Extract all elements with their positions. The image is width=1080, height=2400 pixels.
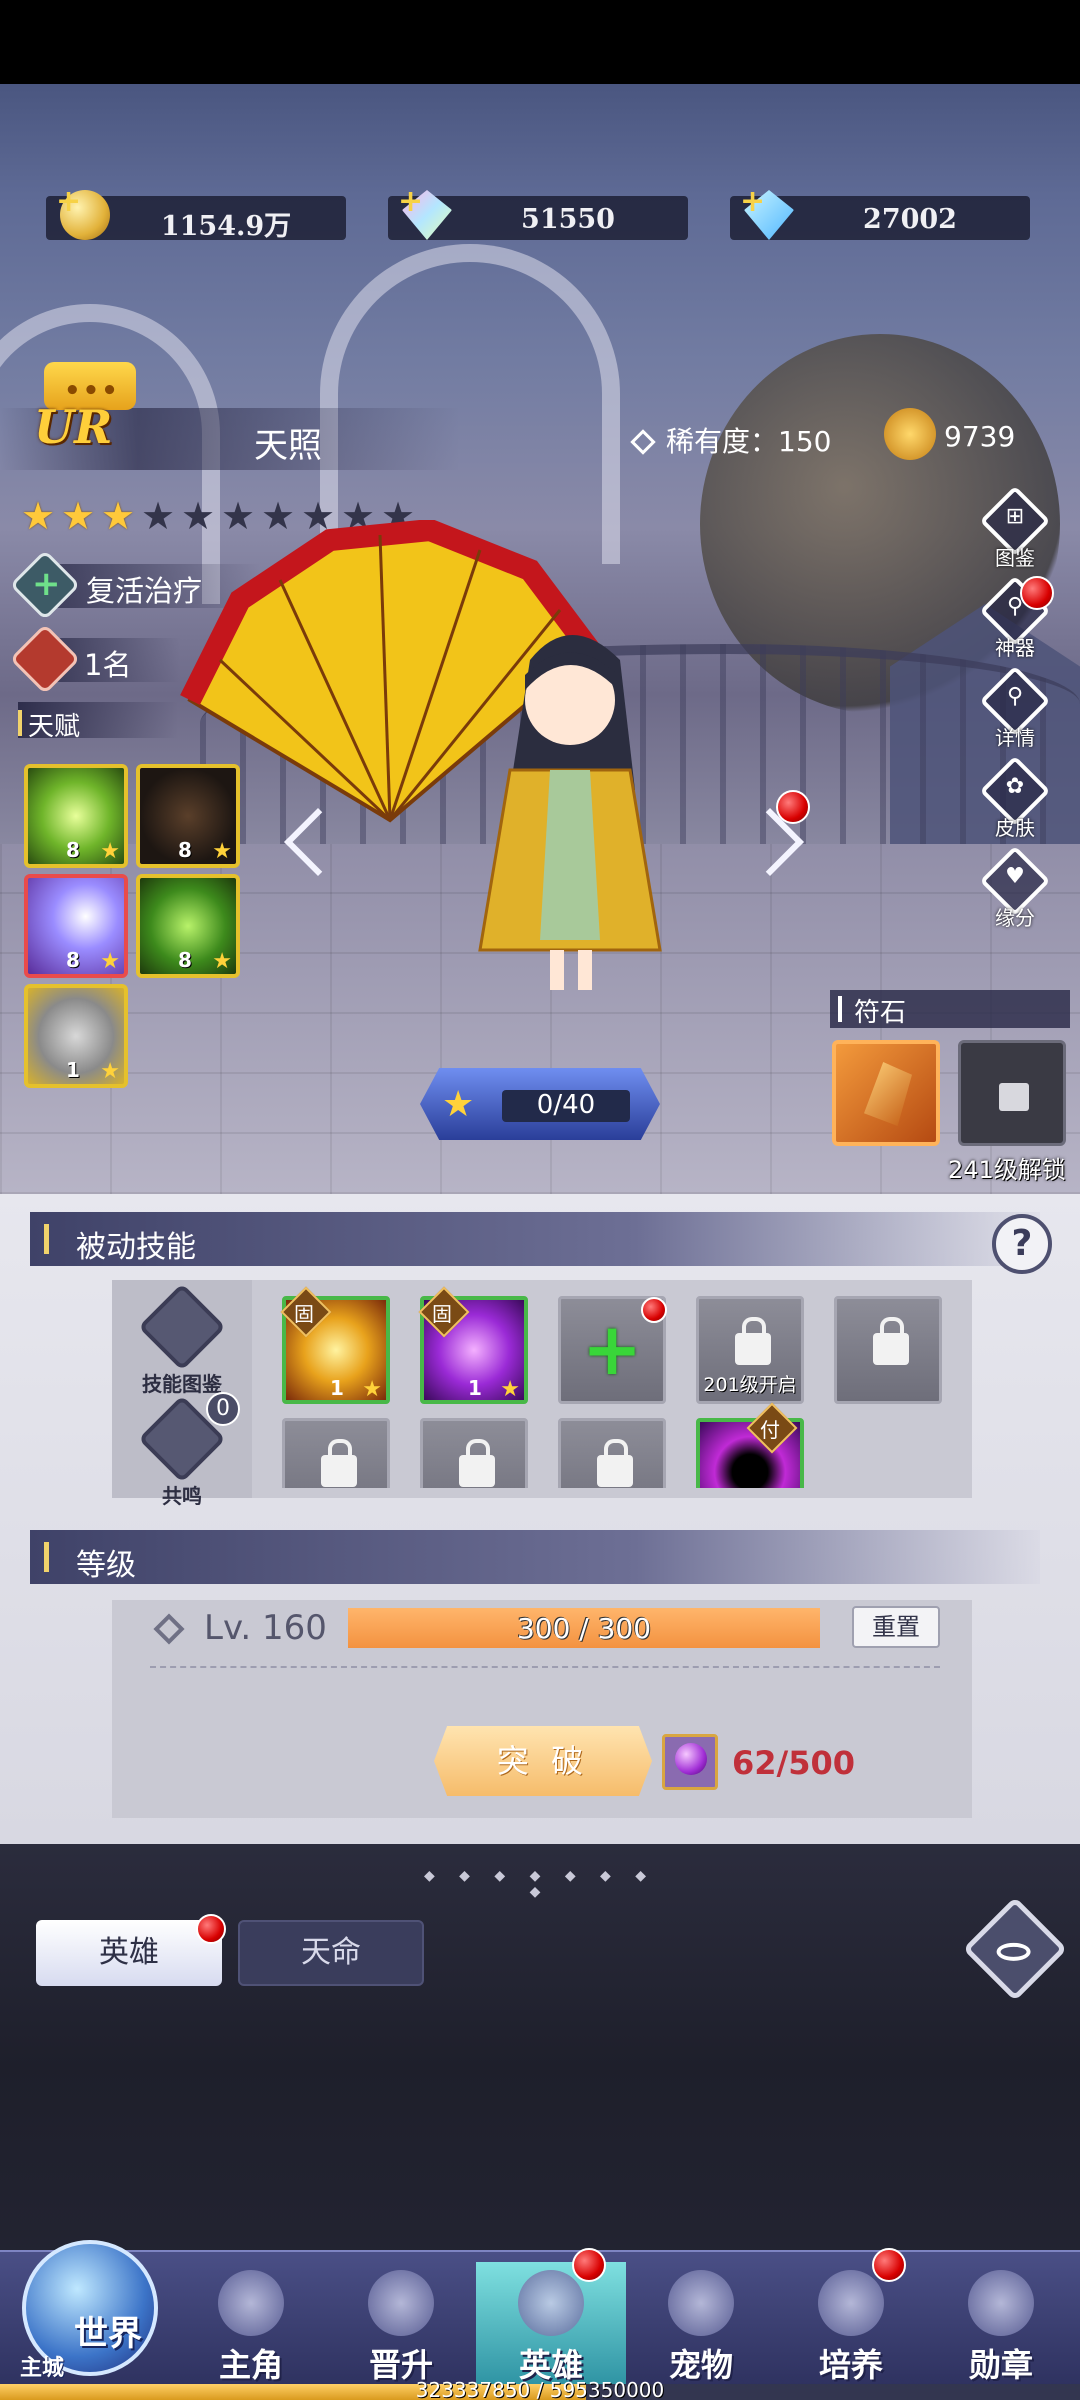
- lock-icon: [597, 1439, 633, 1487]
- nav-icon: [968, 2270, 1034, 2336]
- star-upgrade-icon: ★: [442, 1084, 475, 1125]
- notification-dot: [776, 790, 810, 824]
- hero-name: 天照: [254, 426, 322, 466]
- rainbow-diamond-value: 51550: [521, 204, 615, 235]
- notification-dot: [572, 2248, 606, 2282]
- rune-slot-locked[interactable]: [958, 1040, 1066, 1146]
- lock-icon: [999, 1083, 1029, 1111]
- heart-icon: ♥: [1005, 864, 1025, 889]
- gold-value: 1154.9万: [160, 211, 292, 242]
- side-details-button[interactable]: ⚲ 详情: [979, 665, 1051, 760]
- side-skin-button[interactable]: ✿ 皮肤: [979, 755, 1051, 850]
- handbook-icon: ⊞: [1005, 504, 1025, 529]
- rarity: 稀有度：150: [630, 420, 831, 460]
- decorative-divider: ◆ ◆ ◆ ◆ ◆ ◆ ◆ ◆: [423, 1868, 657, 1900]
- nav-world[interactable]: 世界 主城: [10, 2210, 170, 2390]
- locked-skill-slot[interactable]: [558, 1418, 666, 1488]
- side-artifact-button[interactable]: ⚲ 神器: [979, 575, 1054, 670]
- crown-icon: [884, 408, 936, 460]
- locked-skill-slot[interactable]: [420, 1418, 528, 1488]
- lock-icon: [459, 1439, 495, 1487]
- notification-dot: [1020, 576, 1054, 610]
- currency-rainbow-diamond[interactable]: + 51550: [388, 184, 688, 240]
- nav-icon: [818, 2270, 884, 2336]
- talent-slot[interactable]: 8 ★: [24, 874, 128, 978]
- locked-skill-slot[interactable]: [834, 1296, 942, 1404]
- notification-dot: [641, 1297, 667, 1323]
- add-rainbow-diamond-icon[interactable]: +: [398, 184, 423, 219]
- star-filled-icon: ★: [100, 494, 136, 538]
- talent-slot[interactable]: 8 ★: [136, 874, 240, 978]
- add-gold-icon[interactable]: +: [56, 184, 81, 219]
- star-filled-icon: ★: [60, 494, 96, 538]
- tab-fate[interactable]: 天命: [238, 1920, 424, 1986]
- reset-button[interactable]: 重置: [852, 1606, 940, 1648]
- nav-icon: [518, 2270, 584, 2336]
- star-filled-icon: ★: [20, 494, 56, 538]
- locked-skill-slot[interactable]: [282, 1418, 390, 1488]
- notification-dot: [196, 1914, 226, 1944]
- rune-unlock-text: 241级解锁: [948, 1156, 1066, 1184]
- nav-item[interactable]: 勋章: [926, 2262, 1076, 2392]
- side-bond-button[interactable]: ♥ 缘分: [979, 845, 1051, 940]
- blue-diamond-value: 27002: [863, 204, 957, 235]
- resonance-count: 0: [206, 1392, 240, 1426]
- rune-stone-icon: [864, 1062, 912, 1126]
- status-bar: [0, 0, 1080, 84]
- star-empty-icon: ★: [140, 494, 176, 538]
- hero-exp-bar[interactable]: ★ 0/40: [420, 1068, 660, 1140]
- tab-hero[interactable]: 英雄: [36, 1920, 222, 1986]
- side-handbook-button[interactable]: ⊞ 图鉴: [979, 485, 1051, 580]
- hero-power: 9739: [944, 420, 1016, 453]
- add-skill-button[interactable]: +: [558, 1296, 667, 1404]
- passive-skill-slot[interactable]: 固 1 ★: [280, 1286, 390, 1404]
- skill-tag: 付: [760, 1418, 780, 1442]
- rune-label: 符石: [830, 990, 1070, 1028]
- diamond-icon: [630, 429, 656, 455]
- currency-blue-diamond[interactable]: + 27002: [730, 184, 1030, 240]
- level-text: Lv. 160: [204, 1608, 327, 1648]
- hero-character-illustration: [478, 635, 662, 990]
- notification-dot: [872, 2248, 906, 2282]
- talent-slot[interactable]: 8 ★: [24, 764, 128, 868]
- nav-item[interactable]: 英雄: [476, 2248, 626, 2392]
- lock-icon: [321, 1439, 357, 1487]
- nav-item[interactable]: 主角: [176, 2262, 326, 2392]
- talent-label: 天赋: [17, 706, 80, 743]
- level-header: 等级: [30, 1530, 1040, 1584]
- nav-icon: [368, 2270, 434, 2336]
- grade-badge: ••• UR: [34, 362, 140, 462]
- nav-item[interactable]: 培养: [776, 2248, 926, 2392]
- skin-icon: ✿: [1005, 774, 1025, 799]
- account-exp-bar: 323337850 / 595350000: [0, 2378, 1080, 2400]
- passive-skill-slot[interactable]: 固 1 ★: [418, 1286, 528, 1404]
- lock-icon: [873, 1317, 909, 1365]
- skill-handbook-icon: [138, 1283, 226, 1371]
- nav-icon: [218, 2270, 284, 2336]
- material-count: 62/500: [732, 1744, 856, 1782]
- locked-skill-slot[interactable]: 201级开启: [696, 1296, 804, 1404]
- nav-item[interactable]: 晋升: [326, 2262, 476, 2392]
- help-button[interactable]: ?: [992, 1214, 1052, 1274]
- divider: [150, 1666, 940, 1668]
- passive-skill-header: 被动技能: [30, 1212, 1040, 1266]
- add-blue-diamond-icon[interactable]: +: [740, 184, 765, 219]
- currency-gold[interactable]: + 1154.9万: [46, 184, 346, 242]
- lock-icon: [735, 1317, 771, 1365]
- skill-row-2: [282, 1418, 982, 1488]
- resonance-button[interactable]: 共鸣 0: [122, 1392, 242, 1509]
- skill-handbook-button[interactable]: 技能图鉴: [122, 1283, 242, 1397]
- breakthrough-button[interactable]: 突 破: [434, 1726, 652, 1796]
- level-progress-bar: 300 / 300: [348, 1608, 820, 1648]
- talent-slot[interactable]: 1 ★: [24, 984, 128, 1088]
- nav-icon: [668, 2270, 734, 2336]
- rune-slot[interactable]: [832, 1040, 940, 1146]
- nav-item[interactable]: 宠物: [626, 2262, 776, 2392]
- purple-orb-icon[interactable]: [662, 1734, 718, 1790]
- eye-icon: [996, 1942, 1031, 1961]
- magnifier-icon: ⚲: [1006, 684, 1024, 709]
